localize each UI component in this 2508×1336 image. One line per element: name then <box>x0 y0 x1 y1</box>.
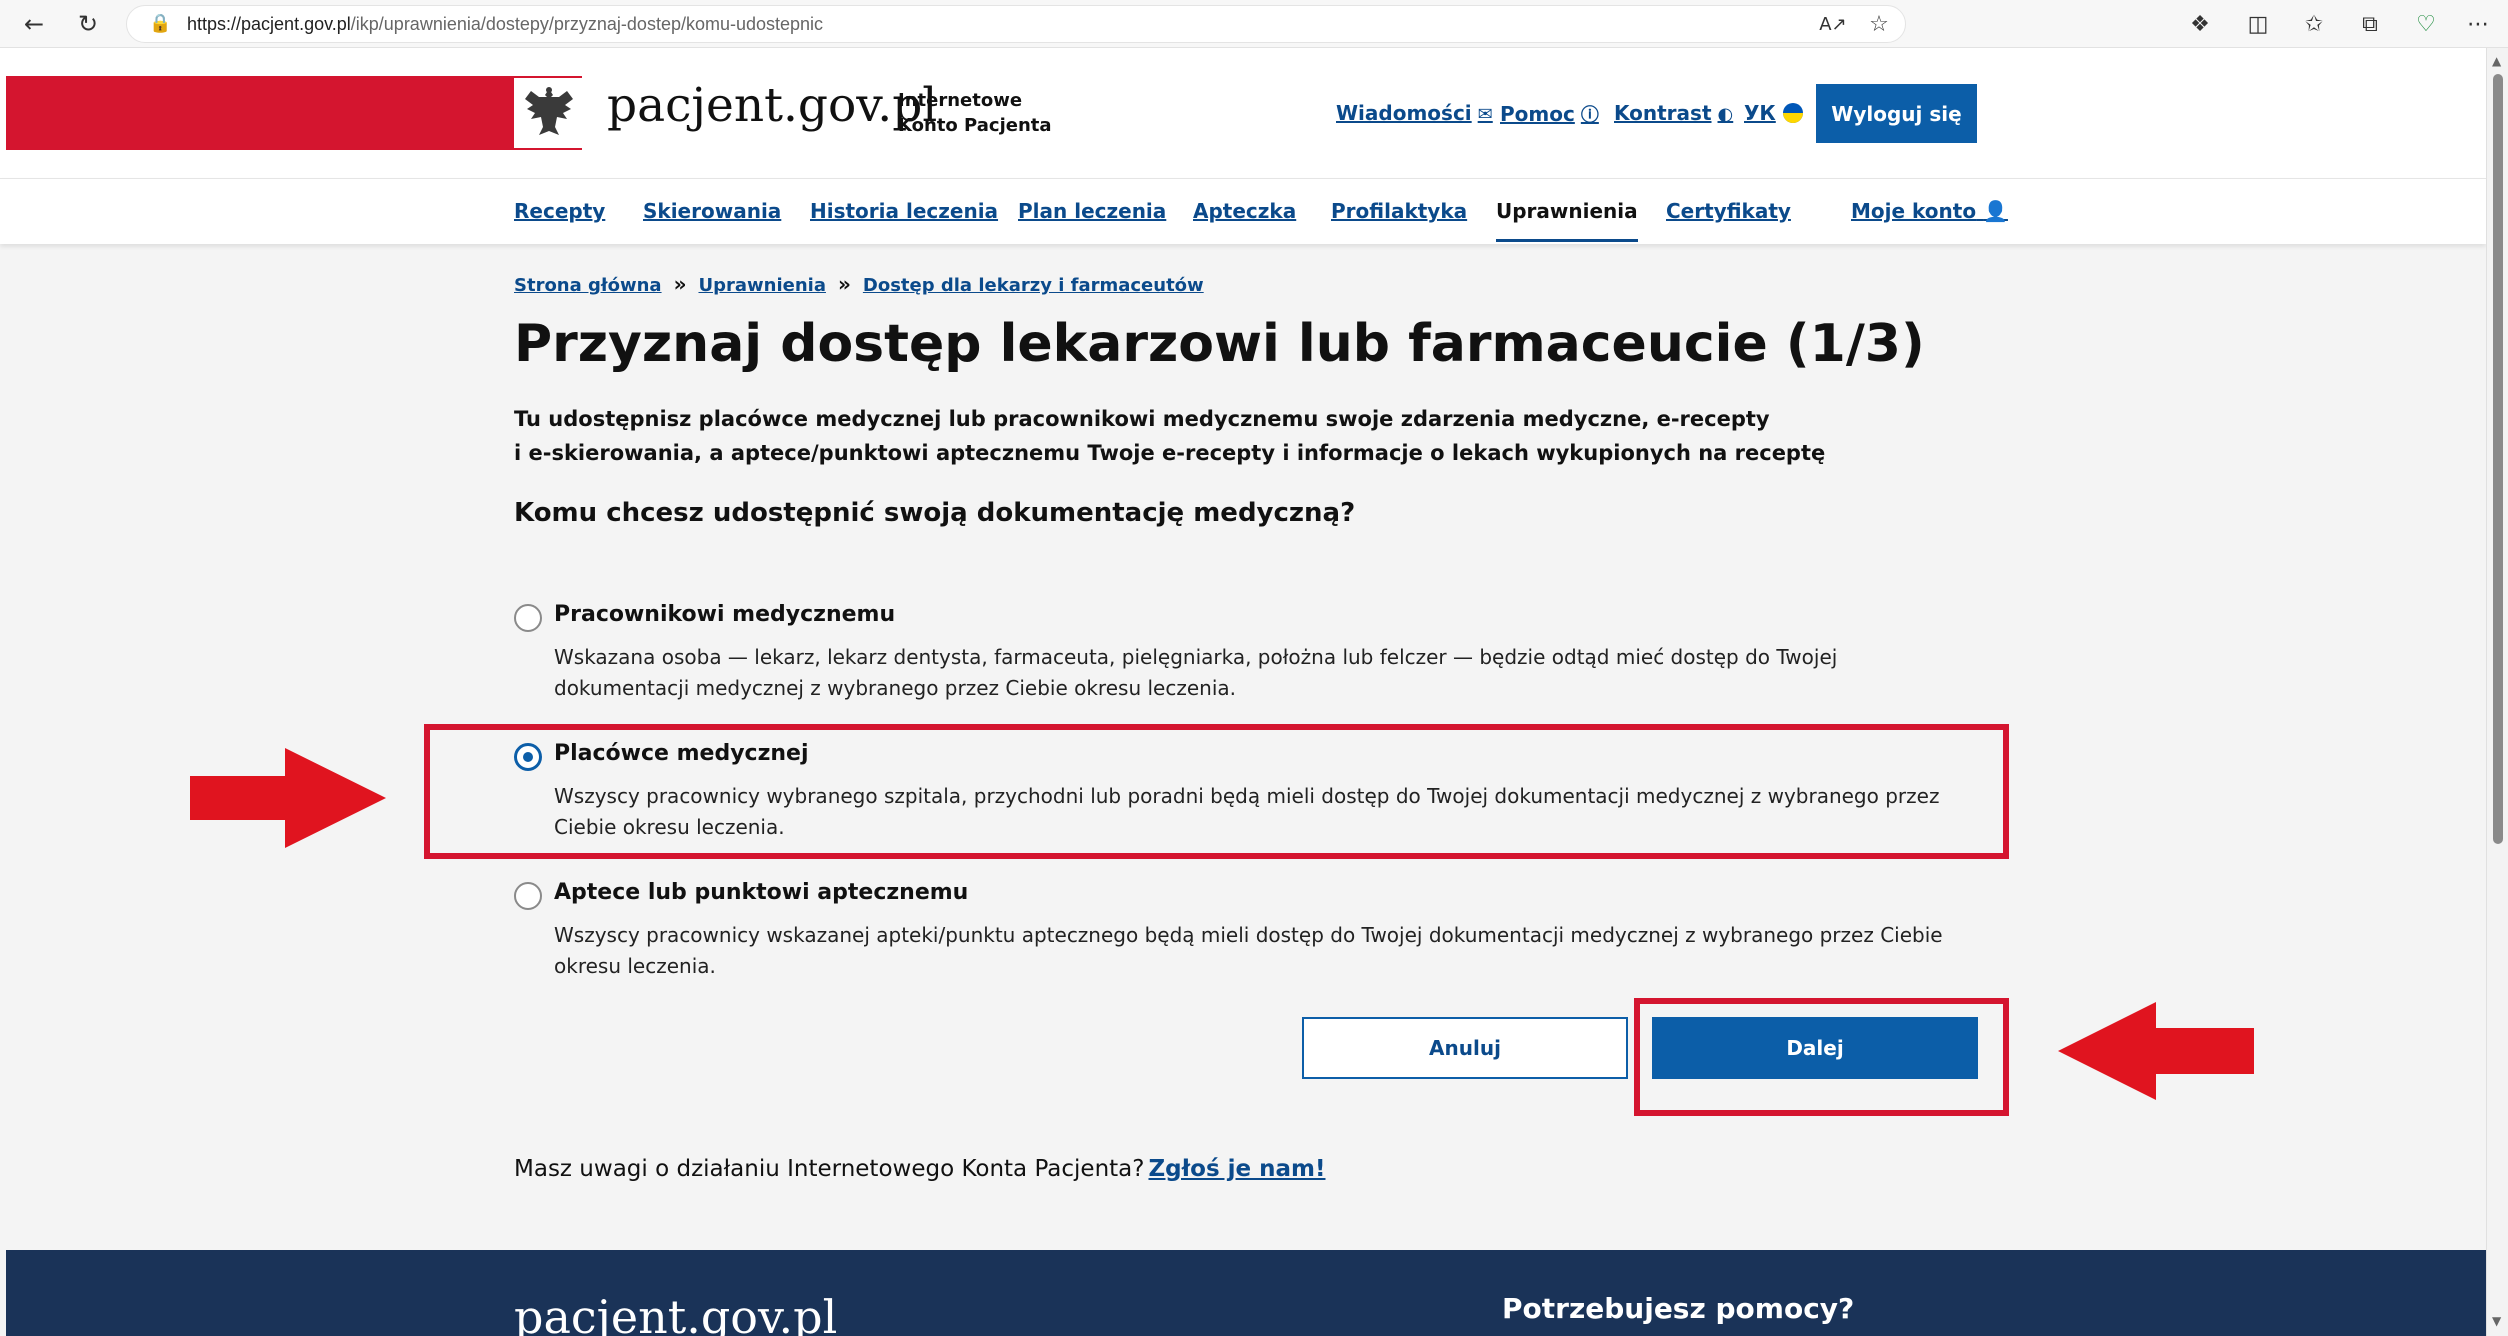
more-icon[interactable]: ⋯ <box>2462 8 2494 40</box>
ukraine-flag-icon <box>1782 103 1804 125</box>
breadcrumb-separator: » <box>673 272 687 296</box>
favorites-icon[interactable]: ✩ <box>2298 8 2330 40</box>
scroll-up-icon[interactable]: ▲ <box>2492 54 2501 68</box>
url-text: https://pacjent.gov.pl/ikp/uprawnienia/d… <box>187 14 824 34</box>
option-description: Wskazana osoba — lekarz, lekarz dentysta… <box>554 645 1838 700</box>
subtitle-line-1: Internetowe <box>898 90 1023 111</box>
contrast-icon: ◐ <box>1717 104 1734 125</box>
radio-pracownik-medyczny[interactable] <box>514 604 542 632</box>
feedback-text: Masz uwagi o działaniu Internetowego Kon… <box>514 1156 1326 1182</box>
logout-button[interactable]: Wyloguj się <box>1816 84 1977 143</box>
contrast-link[interactable]: Kontrast ◐ <box>1614 101 1733 125</box>
main-nav: Recepty Skierowania Historia leczenia Pl… <box>0 178 2486 244</box>
option-title[interactable]: Pracownikowi medycznemu <box>554 602 895 627</box>
page: pacjent.gov.pl Internetowe Konto Pacjent… <box>0 48 2486 1336</box>
messages-link[interactable]: Wiadomości ✉ <box>1336 101 1493 125</box>
nav-item-certyfikaty[interactable]: Certyfikaty <box>1666 199 1791 223</box>
user-icon: 👤 <box>1983 199 2008 223</box>
browser-toolbar: ← ↻ 🔒 https://pacjent.gov.pl/ikp/uprawni… <box>0 0 2508 48</box>
nav-item-historia-leczenia[interactable]: Historia leczenia <box>810 199 998 223</box>
split-screen-icon[interactable]: ◫ <box>2242 8 2274 40</box>
eagle-emblem-icon[interactable] <box>514 78 584 148</box>
footer-help-heading: Potrzebujesz pomocy? <box>1502 1292 1855 1325</box>
refresh-icon[interactable]: ↻ <box>72 8 104 40</box>
scroll-down-icon[interactable]: ▼ <box>2492 1314 2501 1328</box>
feedback-link[interactable]: Zgłoś je nam! <box>1148 1156 1325 1182</box>
intro-line-1: Tu udostępnisz placówce medycznej lub pr… <box>514 407 1770 431</box>
intro-text: Tu udostępnisz placówce medycznej lub pr… <box>514 402 2214 470</box>
radio-apteka[interactable] <box>514 882 542 910</box>
extensions-icon[interactable]: ❖ <box>2184 8 2216 40</box>
site-header: pacjent.gov.pl Internetowe Konto Pacjent… <box>0 48 2486 178</box>
breadcrumb-uprawnienia[interactable]: Uprawnienia <box>698 275 825 296</box>
nav-item-uprawnienia[interactable]: Uprawnienia <box>1496 199 1638 242</box>
help-link[interactable]: Pomoc ⓘ <box>1500 101 1599 127</box>
collections-icon[interactable]: ⧉ <box>2354 8 2386 40</box>
breadcrumb-home[interactable]: Strona główna <box>514 275 662 296</box>
annotation-highlight-option <box>424 724 2009 859</box>
option-title[interactable]: Aptece lub punktowi aptecznemu <box>554 880 968 905</box>
read-aloud-icon[interactable]: A↗ <box>1817 8 1849 40</box>
annotation-arrow-left-icon <box>2058 1002 2254 1100</box>
lock-icon[interactable]: 🔒 <box>149 13 171 34</box>
breadcrumb: Strona główna » Uprawnienia » Dostęp dla lek… <box>514 272 1204 296</box>
health-icon[interactable]: ♡ <box>2410 8 2442 40</box>
scrollbar-thumb[interactable] <box>2493 74 2503 844</box>
page-scrollbar[interactable]: ▲ ▼ <box>2486 48 2508 1336</box>
question-heading: Komu chcesz udostępnić swoją dokumentacj… <box>514 498 1356 528</box>
nav-item-apteczka[interactable]: Apteczka <box>1193 199 1296 223</box>
favorite-star-icon[interactable]: ☆ <box>1863 8 1895 40</box>
feedback-question: Masz uwagi o działaniu Internetowego Kon… <box>514 1156 1145 1182</box>
address-bar[interactable]: 🔒 https://pacjent.gov.pl/ikp/uprawnienia… <box>126 5 1906 43</box>
envelope-icon: ✉ <box>1477 104 1493 125</box>
nav-item-skierowania[interactable]: Skierowania <box>643 199 781 223</box>
site-footer: pacjent.gov.pl Potrzebujesz pomocy? <box>6 1250 2486 1336</box>
site-subtitle: Internetowe Konto Pacjenta <box>898 88 1052 138</box>
language-link[interactable]: УК <box>1744 101 1804 125</box>
subtitle-line-2: Konto Pacjenta <box>898 115 1052 136</box>
page-title: Przyznaj dostęp lekarzowi lub farmaceuci… <box>514 314 1925 374</box>
next-button[interactable]: Dalej <box>1652 1017 1978 1079</box>
breadcrumb-separator: » <box>837 272 851 296</box>
footer-logo[interactable]: pacjent.gov.pl <box>514 1290 837 1336</box>
option-description: Wszyscy pracownicy wskazanej apteki/punk… <box>554 923 1943 978</box>
question-circle-icon: ⓘ <box>1580 105 1599 126</box>
back-icon[interactable]: ← <box>18 8 50 40</box>
brand-red-bar <box>6 76 582 150</box>
annotation-arrow-right-icon <box>190 748 386 848</box>
site-logo[interactable]: pacjent.gov.pl <box>607 78 937 133</box>
nav-item-recepty[interactable]: Recepty <box>514 199 605 223</box>
nav-item-moje-konto[interactable]: Moje konto 👤 <box>1851 199 2008 223</box>
breadcrumb-dostep[interactable]: Dostęp dla lekarzy i farmaceutów <box>863 275 1204 296</box>
nav-item-profilaktyka[interactable]: Profilaktyka <box>1331 199 1467 223</box>
intro-line-2: i e-skierowania, a aptece/punktowi aptec… <box>514 441 1826 465</box>
cancel-button[interactable]: Anuluj <box>1302 1017 1628 1079</box>
nav-item-plan-leczenia[interactable]: Plan leczenia <box>1018 199 1166 223</box>
